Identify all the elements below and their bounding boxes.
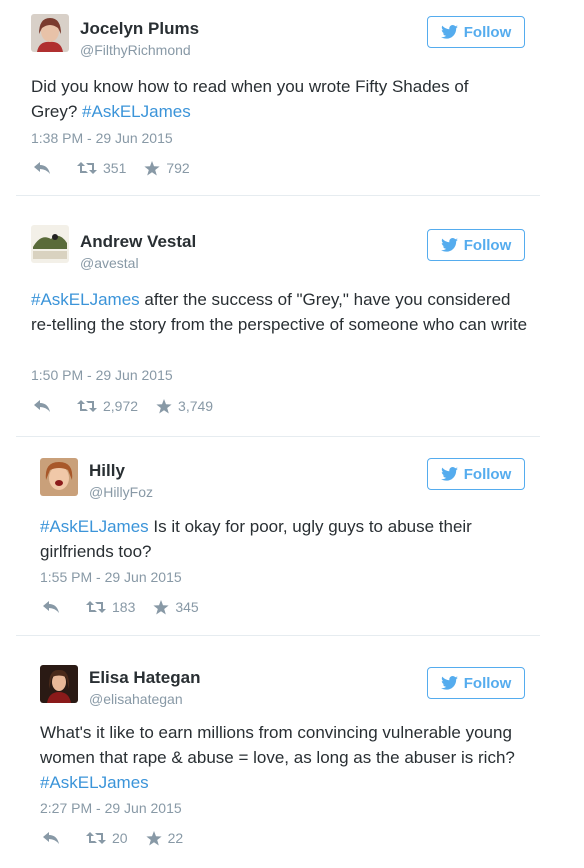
- follow-button[interactable]: Follow: [427, 229, 525, 261]
- favorite-count: 345: [175, 599, 199, 615]
- hashtag-link[interactable]: #AskELJames: [40, 517, 149, 536]
- tweet-text: What's it like to earn millions from con…: [40, 720, 540, 795]
- display-name[interactable]: Hilly: [89, 461, 125, 481]
- tweet-timestamp[interactable]: 1:55 PM - 29 Jun 2015: [40, 569, 182, 585]
- avatar[interactable]: [31, 225, 69, 263]
- retweet-button[interactable]: 20: [86, 830, 128, 846]
- retweet-button[interactable]: 351: [77, 160, 126, 176]
- hashtag-link[interactable]: #AskELJames: [40, 773, 149, 792]
- twitter-bird-icon: [440, 467, 458, 481]
- follow-button[interactable]: Follow: [427, 458, 525, 490]
- reply-icon: [43, 832, 59, 844]
- retweet-count: 2,972: [103, 398, 139, 414]
- favorite-count: 22: [167, 830, 184, 846]
- user-handle[interactable]: @HillyFoz: [89, 484, 153, 500]
- tweet-timestamp[interactable]: 1:38 PM - 29 Jun 2015: [31, 130, 173, 146]
- tweet-card: Elisa Hategan @elisahategan Follow What'…: [0, 645, 584, 868]
- display-name[interactable]: Jocelyn Plums: [80, 19, 199, 39]
- divider: [16, 436, 540, 437]
- avatar[interactable]: [40, 458, 78, 496]
- follow-label: Follow: [463, 236, 512, 254]
- favorite-button[interactable]: 345: [153, 599, 199, 615]
- tweet-timestamp[interactable]: 2:27 PM - 29 Jun 2015: [40, 800, 182, 816]
- retweet-count: 351: [103, 160, 127, 176]
- twitter-bird-icon: [440, 676, 458, 690]
- favorite-button[interactable]: 3,749: [156, 398, 213, 414]
- twitter-bird-icon: [440, 238, 458, 252]
- tweet-text: #AskELJames after the success of "Grey,"…: [31, 287, 531, 337]
- tweet-timestamp[interactable]: 1:50 PM - 29 Jun 2015: [31, 367, 173, 383]
- retweet-button[interactable]: 2,972: [77, 398, 138, 414]
- follow-label: Follow: [463, 23, 512, 41]
- retweet-icon: [77, 400, 97, 412]
- tweet-actions: 2,972 3,749: [33, 398, 213, 414]
- hashtag-link[interactable]: #AskELJames: [31, 290, 140, 309]
- retweet-icon: [77, 162, 97, 174]
- tweet-card: Hilly @HillyFoz Follow #AskELJames Is it…: [0, 440, 584, 635]
- reply-icon: [43, 601, 59, 613]
- divider: [16, 195, 540, 196]
- divider: [16, 635, 540, 636]
- reply-button[interactable]: [33, 161, 51, 175]
- retweet-icon: [86, 601, 106, 613]
- hashtag-link[interactable]: #AskELJames: [82, 102, 191, 121]
- tweet-actions: 351 792: [33, 160, 190, 176]
- retweet-count: 183: [112, 599, 136, 615]
- display-name[interactable]: Elisa Hategan: [89, 668, 201, 688]
- tweet-actions: 20 22: [42, 830, 183, 846]
- reply-icon: [34, 162, 50, 174]
- star-icon: [145, 830, 162, 845]
- star-icon: [144, 160, 160, 175]
- avatar[interactable]: [31, 14, 69, 52]
- favorite-button[interactable]: 22: [145, 830, 184, 846]
- follow-label: Follow: [463, 465, 512, 483]
- display-name[interactable]: Andrew Vestal: [80, 232, 196, 252]
- twitter-bird-icon: [440, 25, 458, 39]
- reply-button[interactable]: [33, 399, 51, 413]
- reply-icon: [34, 400, 50, 412]
- reply-button[interactable]: [42, 831, 60, 845]
- user-handle[interactable]: @avestal: [80, 255, 139, 271]
- favorite-count: 3,749: [178, 398, 214, 414]
- follow-button[interactable]: Follow: [427, 667, 525, 699]
- user-handle[interactable]: @elisahategan: [89, 691, 183, 707]
- follow-label: Follow: [463, 674, 512, 692]
- reply-button[interactable]: [42, 600, 60, 614]
- tweet-text: #AskELJames Is it okay for poor, ugly gu…: [40, 514, 490, 564]
- favorite-count: 792: [166, 160, 190, 176]
- retweet-button[interactable]: 183: [86, 599, 135, 615]
- tweet-card: Andrew Vestal @avestal Follow #AskELJame…: [0, 210, 584, 435]
- tweet-actions: 183 345: [42, 599, 199, 615]
- user-handle[interactable]: @FilthyRichmond: [80, 42, 191, 58]
- star-icon: [156, 398, 172, 413]
- tweet-text-body: What's it like to earn millions from con…: [40, 723, 515, 767]
- retweet-icon: [86, 832, 106, 844]
- tweet-text: Did you know how to read when you wrote …: [31, 74, 501, 124]
- star-icon: [153, 599, 169, 614]
- avatar[interactable]: [40, 665, 78, 703]
- tweet-card: Jocelyn Plums @FilthyRichmond Follow Did…: [0, 0, 584, 195]
- favorite-button[interactable]: 792: [144, 160, 190, 176]
- retweet-count: 20: [112, 830, 128, 846]
- follow-button[interactable]: Follow: [427, 16, 525, 48]
